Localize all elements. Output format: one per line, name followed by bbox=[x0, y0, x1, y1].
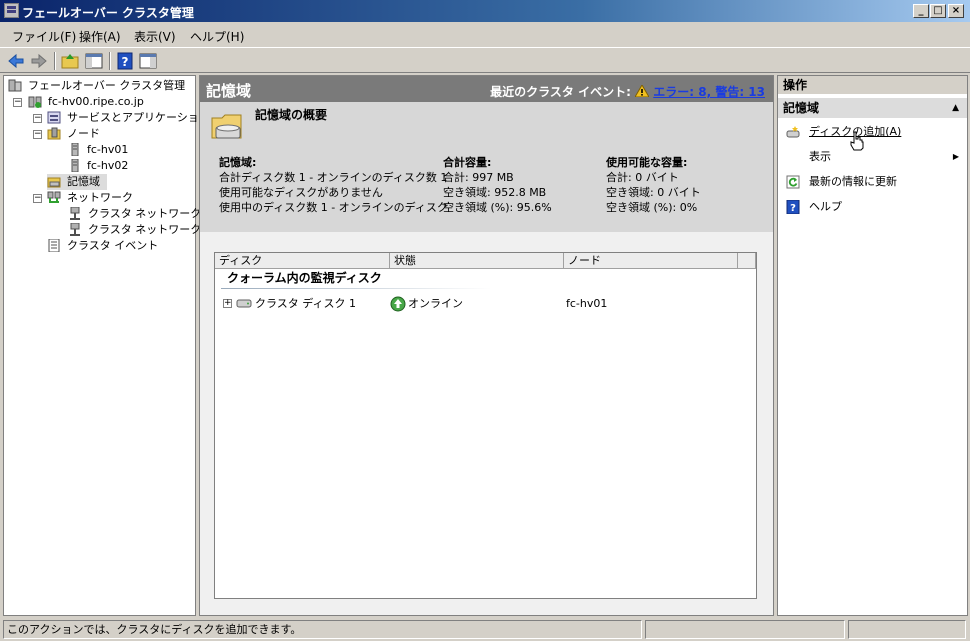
help-icon: ? bbox=[786, 200, 800, 214]
forward-arrow-icon[interactable] bbox=[29, 51, 49, 71]
show-hide-action-pane-icon[interactable] bbox=[138, 51, 158, 71]
events-link[interactable]: エラー: 8, 警告: 13 bbox=[653, 85, 765, 99]
disk-list: ディスク 状態 ノード クォーラム内の監視ディスク + クラスタ ディスク 1 … bbox=[214, 252, 757, 599]
toolbar-separator bbox=[54, 52, 56, 70]
network-icon bbox=[70, 207, 80, 220]
svg-text:?: ? bbox=[122, 55, 129, 69]
disk-node: fc-hv01 bbox=[566, 297, 608, 310]
add-disk-icon bbox=[786, 126, 800, 138]
services-icon bbox=[47, 111, 61, 124]
menu-help[interactable]: ヘルプ(H) bbox=[190, 28, 244, 45]
online-status-icon bbox=[390, 296, 406, 312]
title-bar: フェールオーバー クラスタ管理 _ □ × bbox=[0, 0, 970, 22]
up-folder-icon[interactable] bbox=[60, 51, 80, 71]
submenu-arrow-icon: ▶ bbox=[952, 152, 959, 161]
event-log-icon bbox=[48, 239, 60, 252]
table-row[interactable]: + クラスタ ディスク 1 オンライン fc-hv01 bbox=[215, 295, 756, 313]
tree-expander[interactable]: − bbox=[33, 130, 42, 139]
menu-view[interactable]: 表示(V) bbox=[134, 28, 176, 45]
summary-title: 記憶域の概要 bbox=[255, 108, 328, 122]
available-capacity-label: 使用可能な容量: bbox=[606, 156, 688, 169]
status-text: このアクションでは、クラスタにディスクを追加できます。 bbox=[3, 620, 642, 639]
status-bar: このアクションでは、クラスタにディスクを追加できます。 bbox=[0, 619, 970, 641]
column-header-disk[interactable]: ディスク bbox=[215, 253, 390, 269]
action-help[interactable]: ? ヘルプ bbox=[778, 197, 967, 217]
column-header-status[interactable]: 状態 bbox=[390, 253, 564, 269]
actions-section-storage[interactable]: 記憶域 ▲ bbox=[778, 98, 967, 118]
minimize-button[interactable]: _ bbox=[913, 4, 929, 18]
storage-summary: 記憶域の概要 記憶域: 合計ディスク数 1 - オンラインのディスク数 1 使用… bbox=[200, 102, 773, 232]
close-button[interactable]: × bbox=[948, 4, 964, 18]
disk-status: オンライン bbox=[408, 297, 463, 310]
row-expander[interactable]: + bbox=[223, 299, 232, 308]
status-pane-2 bbox=[645, 620, 845, 639]
action-refresh[interactable]: 最新の情報に更新 bbox=[778, 172, 967, 192]
column-header-node[interactable]: ノード bbox=[564, 253, 738, 269]
content-header: 記憶域 最近のクラスタ イベント: エラー: 8, 警告: 13 bbox=[200, 76, 773, 102]
column-header-filler bbox=[738, 253, 756, 269]
menu-bar: ファイル(F) 操作(A) 表示(V) ヘルプ(H) bbox=[0, 24, 970, 46]
action-add-disk[interactable]: ディスクの追加(A) bbox=[778, 122, 967, 151]
action-view[interactable]: 表示 ▶ bbox=[778, 147, 967, 167]
storage-label: 記憶域: bbox=[219, 156, 257, 169]
collapse-arrow-icon[interactable]: ▲ bbox=[952, 98, 959, 118]
cluster-manager-icon bbox=[8, 79, 22, 92]
back-arrow-icon[interactable] bbox=[6, 51, 26, 71]
tree-expander[interactable]: − bbox=[33, 194, 42, 203]
tree-item-storage[interactable]: 記憶域 bbox=[47, 174, 107, 190]
disk-icon bbox=[236, 299, 252, 308]
navigation-tree: フェールオーバー クラスタ管理 − fc-hv00.ripe.co.jp − サ… bbox=[3, 75, 212, 616]
tree-expander[interactable]: − bbox=[13, 98, 22, 107]
actions-header: 操作 bbox=[778, 76, 967, 94]
group-header-quorum[interactable]: クォーラム内の監視ディスク bbox=[227, 271, 382, 286]
menu-file[interactable]: ファイル(F) bbox=[12, 28, 76, 45]
storage-folder-icon bbox=[211, 114, 242, 139]
recent-events: 最近のクラスタ イベント: エラー: 8, 警告: 13 bbox=[490, 84, 765, 99]
toolbar-separator bbox=[109, 52, 111, 70]
window-title: フェールオーバー クラスタ管理 bbox=[22, 6, 194, 20]
menu-action[interactable]: 操作(A) bbox=[79, 28, 121, 45]
network-icon bbox=[70, 223, 80, 236]
actions-pane: 操作 記憶域 ▲ ディスクの追加(A) 表示 ▶ 最新の情報に更新 ? ヘルプ bbox=[777, 75, 968, 616]
warning-icon bbox=[634, 84, 650, 98]
refresh-icon bbox=[786, 175, 800, 189]
help-icon[interactable]: ? bbox=[115, 51, 135, 71]
storage-content-pane: 記憶域 最近のクラスタ イベント: エラー: 8, 警告: 13 記憶域の概要 … bbox=[199, 75, 774, 616]
disk-name: クラスタ ディスク 1 bbox=[255, 297, 357, 310]
storage-icon bbox=[47, 177, 61, 188]
server-icon bbox=[71, 143, 79, 156]
nodes-folder-icon bbox=[47, 127, 61, 140]
toolbar: ? bbox=[0, 47, 970, 73]
svg-text:?: ? bbox=[790, 203, 796, 214]
show-hide-tree-icon[interactable] bbox=[84, 51, 104, 71]
status-pane-3 bbox=[848, 620, 966, 639]
maximize-button[interactable]: □ bbox=[930, 4, 946, 18]
network-icon bbox=[47, 191, 61, 203]
server-icon bbox=[71, 159, 79, 172]
cluster-icon bbox=[28, 96, 42, 108]
tree-expander[interactable]: − bbox=[33, 114, 42, 123]
content-title: 記憶域 bbox=[206, 82, 252, 100]
app-icon bbox=[4, 3, 19, 18]
group-divider bbox=[221, 288, 491, 289]
total-capacity-label: 合計容量: bbox=[443, 156, 492, 169]
